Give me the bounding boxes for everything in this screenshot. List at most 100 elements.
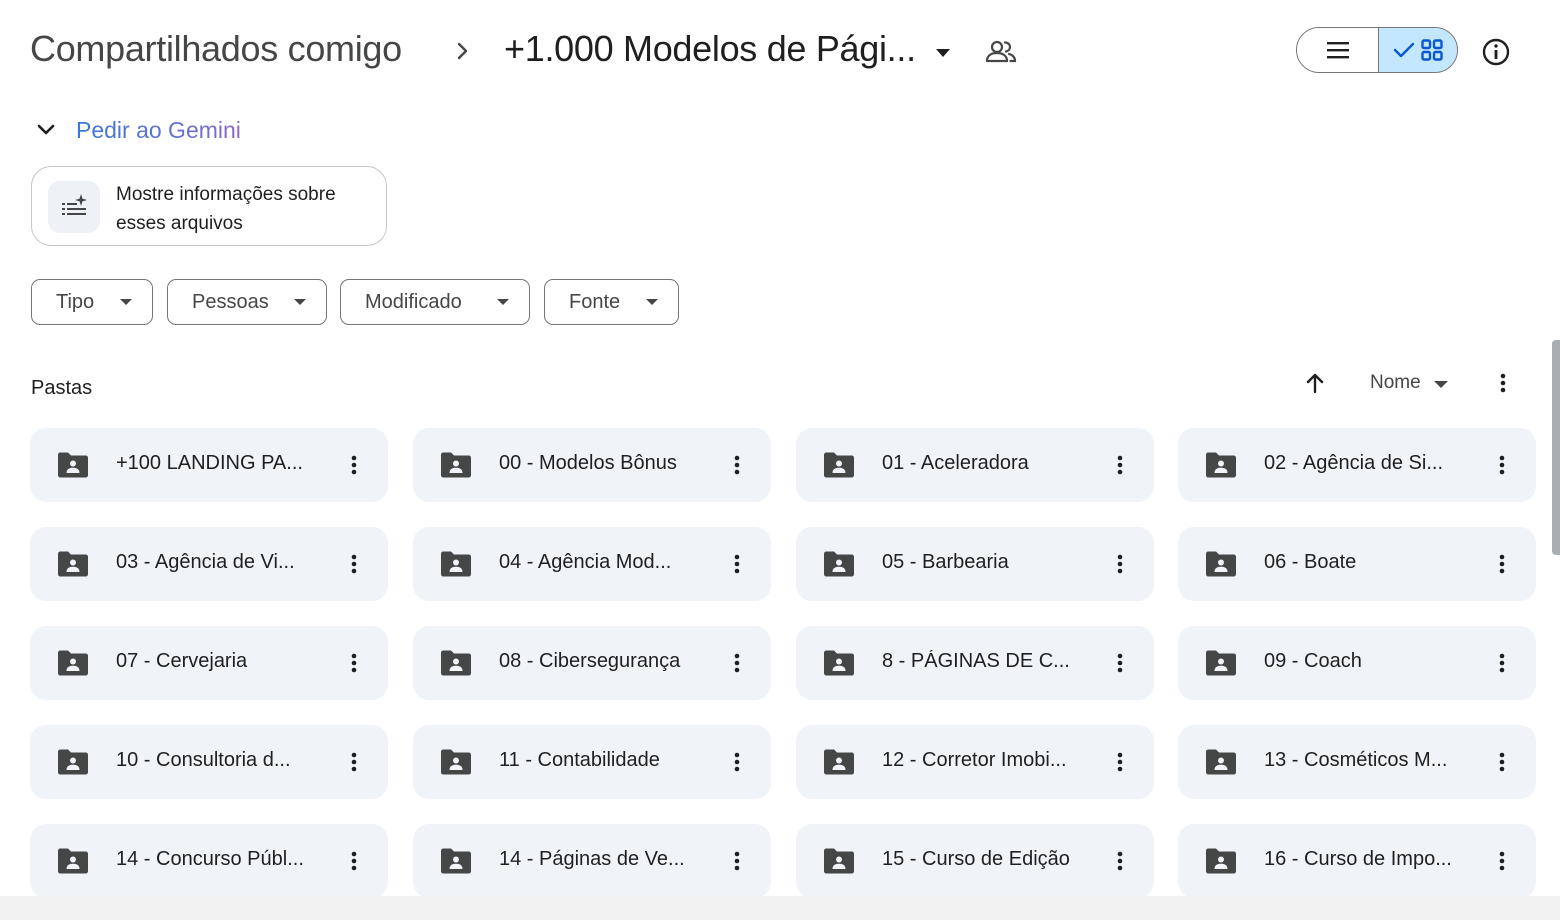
filter-source[interactable]: Fonte [544, 279, 679, 325]
shared-folder-icon [1206, 749, 1236, 775]
chevron-right-icon [457, 42, 468, 60]
dropdown-arrow-icon [1434, 381, 1448, 388]
folder-card[interactable]: 16 - Curso de Impo... [1178, 824, 1536, 898]
list-view-button[interactable] [1297, 28, 1379, 72]
folder-card[interactable]: 14 - Páginas de Ve... [413, 824, 771, 898]
more-vert-icon[interactable] [724, 452, 750, 478]
filter-people-label: Pessoas [192, 290, 269, 313]
shared-folder-icon [58, 452, 88, 478]
view-toggle [1296, 27, 1458, 73]
folder-card[interactable]: 05 - Barbearia [796, 527, 1154, 601]
grid-view-icon [1421, 39, 1443, 61]
dropdown-arrow-icon [294, 299, 306, 305]
more-vert-icon[interactable] [1489, 848, 1515, 874]
folder-card[interactable]: 14 - Concurso Públ... [30, 824, 388, 898]
shared-folder-icon [58, 848, 88, 874]
shared-folder-icon [1206, 848, 1236, 874]
folder-card[interactable]: 11 - Contabilidade [413, 725, 771, 799]
filter-type-label: Tipo [56, 290, 95, 313]
more-vert-icon[interactable] [1489, 650, 1515, 676]
folder-card[interactable]: 02 - Agência de Si... [1178, 428, 1536, 502]
folder-name: +100 LANDING PA... [116, 452, 303, 474]
dropdown-arrow-icon [497, 299, 509, 305]
more-vert-icon[interactable] [341, 749, 367, 775]
more-vert-icon[interactable] [724, 749, 750, 775]
filter-modified[interactable]: Modificado [340, 279, 530, 325]
shared-folder-icon [824, 551, 854, 577]
more-vert-icon[interactable] [1489, 749, 1515, 775]
folder-card[interactable]: 07 - Cervejaria [30, 626, 388, 700]
arrow-up-icon[interactable] [1302, 370, 1328, 396]
folder-name: 03 - Agência de Vi... [116, 551, 295, 573]
folder-name: 13 - Cosméticos M... [1264, 749, 1448, 771]
folder-card[interactable]: 00 - Modelos Bônus [413, 428, 771, 502]
folder-name: 07 - Cervejaria [116, 650, 248, 672]
filter-modified-label: Modificado [365, 290, 462, 313]
gemini-toggle-label: Pedir ao Gemini [76, 116, 241, 143]
shared-folder-icon [824, 848, 854, 874]
more-vert-icon[interactable] [1107, 551, 1133, 577]
folder-card[interactable]: 01 - Aceleradora [796, 428, 1154, 502]
shared-folder-icon [1206, 551, 1236, 577]
folder-card[interactable]: 03 - Agência de Vi... [30, 527, 388, 601]
shared-folder-icon [824, 452, 854, 478]
breadcrumb-current-folder[interactable]: +1.000 Modelos de Pági... [504, 28, 920, 70]
more-vert-icon[interactable] [1489, 452, 1515, 478]
grid-view-button[interactable] [1379, 28, 1457, 72]
filter-source-label: Fonte [569, 290, 621, 313]
folder-card[interactable]: 15 - Curso de Edição [796, 824, 1154, 898]
dropdown-arrow-icon [120, 299, 132, 305]
folder-name: 10 - Consultoria d... [116, 749, 291, 771]
info-icon[interactable] [1480, 36, 1512, 68]
shared-folder-icon [441, 551, 471, 577]
folder-card[interactable]: 08 - Cibersegurança [413, 626, 771, 700]
folder-card[interactable]: +100 LANDING PA... [30, 428, 388, 502]
folder-card[interactable]: 13 - Cosméticos M... [1178, 725, 1536, 799]
folder-name: 11 - Contabilidade [499, 749, 660, 771]
folder-name: 05 - Barbearia [882, 551, 1009, 573]
shared-people-icon[interactable] [984, 36, 1018, 68]
more-vert-icon[interactable] [724, 650, 750, 676]
dropdown-arrow-icon[interactable] [930, 40, 956, 64]
shared-folder-icon [58, 551, 88, 577]
sort-by-button[interactable]: Nome [1370, 372, 1421, 394]
folder-card[interactable]: 8 - PÁGINAS DE C... [796, 626, 1154, 700]
more-vert-icon[interactable] [724, 551, 750, 577]
folder-name: 12 - Corretor Imobi... [882, 749, 1067, 771]
more-vert-icon[interactable] [341, 848, 367, 874]
sparkle-list-icon [48, 181, 100, 233]
shared-folder-icon [58, 650, 88, 676]
filter-type[interactable]: Tipo [31, 279, 153, 325]
folder-card[interactable]: 10 - Consultoria d... [30, 725, 388, 799]
more-vert-icon[interactable] [341, 551, 367, 577]
more-vert-icon[interactable] [1107, 848, 1133, 874]
folder-name: 09 - Coach [1264, 650, 1362, 672]
shared-folder-icon [1206, 452, 1236, 478]
more-vert-icon[interactable] [1107, 650, 1133, 676]
chevron-down-icon [37, 124, 55, 135]
folder-card[interactable]: 09 - Coach [1178, 626, 1536, 700]
shared-folder-icon [824, 650, 854, 676]
scrollbar-thumb[interactable] [1552, 340, 1560, 555]
shared-folder-icon [441, 650, 471, 676]
window-bottom-edge [0, 896, 1560, 920]
more-vert-icon[interactable] [341, 650, 367, 676]
filter-people[interactable]: Pessoas [167, 279, 327, 325]
more-vert-icon[interactable] [1490, 370, 1516, 396]
folder-card[interactable]: 12 - Corretor Imobi... [796, 725, 1154, 799]
more-vert-icon[interactable] [724, 848, 750, 874]
folder-card[interactable]: 04 - Agência Mod... [413, 527, 771, 601]
dropdown-arrow-icon [646, 299, 658, 305]
gemini-suggestion-card[interactable]: Mostre informações sobre esses arquivos [31, 166, 387, 246]
more-vert-icon[interactable] [1107, 452, 1133, 478]
folder-name: 16 - Curso de Impo... [1264, 848, 1452, 870]
more-vert-icon[interactable] [341, 452, 367, 478]
gemini-toggle[interactable]: Pedir ao Gemini [30, 110, 241, 150]
top-header: Compartilhados comigo +1.000 Modelos de … [0, 0, 1560, 100]
shared-folder-icon [441, 452, 471, 478]
more-vert-icon[interactable] [1107, 749, 1133, 775]
folder-card[interactable]: 06 - Boate [1178, 527, 1536, 601]
more-vert-icon[interactable] [1489, 551, 1515, 577]
folder-name: 06 - Boate [1264, 551, 1357, 573]
breadcrumb-shared-with-me[interactable]: Compartilhados comigo [30, 28, 402, 70]
